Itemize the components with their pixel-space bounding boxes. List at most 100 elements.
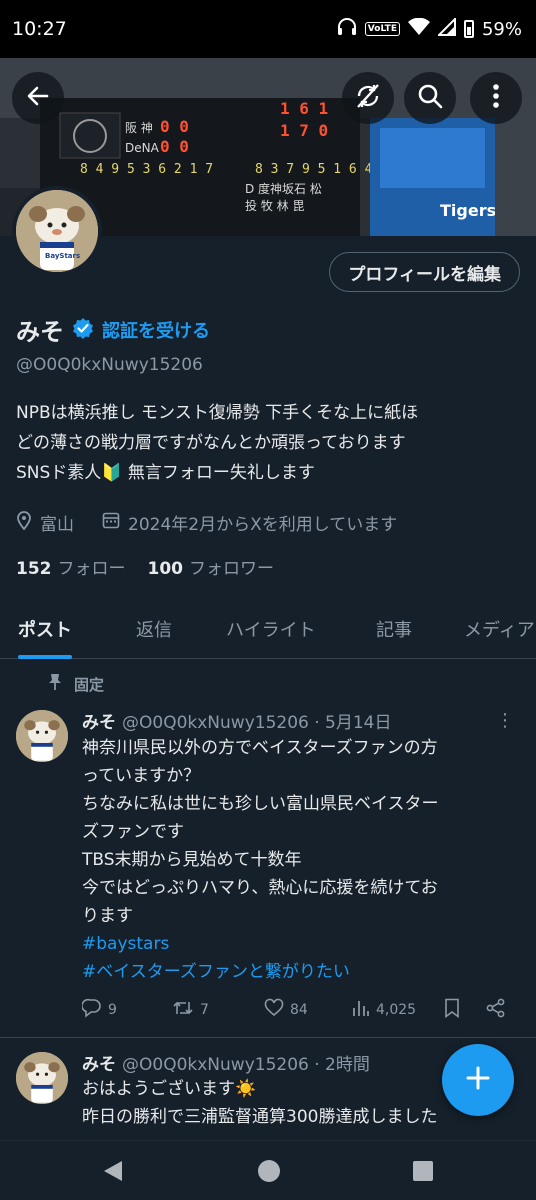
search-button[interactable] [404, 72, 456, 124]
location-icon [16, 510, 32, 535]
profile-name-row: みそ 認証を受ける [16, 312, 210, 347]
reply-icon [81, 998, 102, 1022]
like-button[interactable]: 84 [264, 998, 308, 1022]
tab-articles[interactable]: 記事 [376, 600, 412, 659]
more-button[interactable] [470, 72, 522, 124]
bio-line: どの薄さの戦力層ですがなんとか頑張っております [16, 433, 406, 453]
views-button[interactable]: 4,025 [352, 998, 416, 1022]
share-button[interactable] [486, 998, 506, 1022]
battery-icon [463, 20, 474, 38]
profile-joined: 2024年2月からXを利用しています [128, 515, 398, 535]
pin-icon [48, 673, 62, 695]
svg-text:Tigers: Tigers [440, 201, 496, 220]
status-bar: 10:27 VoLTE 59% [0, 0, 536, 58]
sync-off-icon [354, 82, 382, 114]
tab-highlights[interactable]: ハイライト [226, 600, 316, 659]
sync-button[interactable] [342, 72, 394, 124]
svg-text:投 牧 林 毘: 投 牧 林 毘 [245, 198, 304, 213]
tweet-divider [0, 1037, 536, 1038]
retweet-button[interactable]: 7 [172, 998, 209, 1022]
bio-line: SNSド素人🔰 無言フォロー失礼します [16, 463, 315, 483]
nav-recents-button[interactable] [412, 1160, 434, 1186]
tab-posts[interactable]: ポスト [18, 600, 72, 659]
svg-text:阪 神: 阪 神 [125, 121, 153, 135]
svg-text:0 0: 0 0 [160, 117, 189, 136]
tweet-line: 神奈川県民以外の方でベイスターズファンの方 [82, 738, 438, 758]
pinned-label: 固定 [74, 675, 105, 694]
svg-text:8 3 7 9 5 1 6 4 2: 8 3 7 9 5 1 6 4 2 [255, 162, 388, 177]
verified-badge-icon [72, 317, 94, 343]
tweet-author-name[interactable]: みそ [82, 713, 116, 733]
tweet-line: っていますか？ [82, 766, 201, 786]
signal-icon [436, 16, 456, 41]
profile-bio: NPBは横浜推し モンスト復帰勢 下手くそな上に紙ほ どの薄さの戦力層ですがなん… [16, 398, 526, 488]
profile-meta: 富山 2024年2月からXを利用しています [16, 510, 397, 535]
follow-counts: 152 フォロー 100 フォロワー [16, 554, 274, 579]
tweet-avatar[interactable] [16, 710, 68, 762]
tweet-avatar[interactable] [16, 1052, 68, 1104]
arrow-left-icon [25, 83, 51, 113]
svg-text:BayStars: BayStars [45, 252, 80, 260]
reply-count: 9 [108, 1002, 117, 1018]
wifi-icon [407, 17, 430, 41]
more-vertical-icon [492, 83, 500, 113]
following-count: 152 [16, 559, 52, 579]
following-label: フォロー [57, 559, 126, 579]
tweet-header: みそ @O0Q0kxNuwy15206 · 2時間 [82, 1050, 370, 1075]
tweet-author-name[interactable]: みそ [82, 1055, 116, 1075]
retweet-count: 7 [200, 1002, 209, 1018]
bookmark-icon [444, 998, 460, 1022]
like-count: 84 [290, 1002, 308, 1018]
headphones-icon [337, 17, 357, 41]
tweet-line: ズファンです [82, 822, 184, 842]
tweet-more-icon[interactable]: ⋮ [496, 710, 514, 731]
back-button[interactable] [12, 72, 64, 124]
compose-button[interactable] [442, 1044, 514, 1116]
share-icon [486, 998, 506, 1022]
search-icon [417, 83, 443, 113]
volte-badge: VoLTE [364, 22, 400, 36]
profile-avatar[interactable]: BayStars [12, 186, 102, 276]
svg-text:1 6 1: 1 6 1 [280, 99, 328, 118]
followers-count: 100 [147, 559, 184, 579]
tweet-line: ちなみに私は世にも珍しい富山県民ベイスター [82, 794, 439, 814]
svg-text:0 0: 0 0 [160, 137, 189, 156]
hashtag-link[interactable]: #baystars [82, 930, 522, 958]
plus-icon [465, 1065, 491, 1095]
reply-button[interactable]: 9 [81, 998, 117, 1022]
tab-replies[interactable]: 返信 [136, 600, 172, 659]
tweet-line: 今ではどっぷりハマり、熱心に応援を続けてお [82, 878, 438, 898]
svg-text:1 7 0: 1 7 0 [280, 121, 328, 140]
profile-tabs: ポスト 返信 ハイライト 記事 メディア [0, 600, 536, 659]
svg-text:DeNA: DeNA [125, 141, 160, 155]
tweet-header: みそ @O0Q0kxNuwy15206 · 5月14日 [82, 708, 392, 733]
followers-link[interactable]: 100 フォロワー [148, 554, 275, 579]
edit-profile-button[interactable]: プロフィールを編集 [329, 252, 520, 292]
heart-icon [264, 998, 284, 1022]
get-verified-link[interactable]: 認証を受ける [102, 317, 210, 343]
tweet-meta: @O0Q0kxNuwy15206 · 5月14日 [122, 713, 392, 733]
system-nav-bar [0, 1140, 536, 1200]
calendar-icon [102, 511, 120, 534]
status-time: 10:27 [12, 18, 67, 40]
tweet-meta: @O0Q0kxNuwy15206 · 2時間 [122, 1055, 370, 1075]
bio-line: NPBは横浜推し モンスト復帰勢 下手くそな上に紙ほ [16, 403, 419, 423]
followers-label: フォロワー [189, 559, 274, 579]
svg-text:8 4 9 5 3 6 2 1 7: 8 4 9 5 3 6 2 1 7 [80, 162, 213, 177]
tweet-line: ります [82, 906, 133, 926]
bookmark-button[interactable] [444, 998, 460, 1022]
profile-handle: @O0Q0kxNuwy15206 [16, 355, 203, 375]
profile-name: みそ [16, 318, 64, 346]
views-chart-icon [352, 998, 370, 1022]
tweet-actions: 9 7 84 4,025 [81, 998, 512, 1028]
profile-location: 富山 [40, 515, 74, 535]
pinned-indicator: 固定 [48, 673, 104, 695]
tab-media[interactable]: メディア [464, 600, 536, 659]
svg-text:D 度神坂石 松: D 度神坂石 松 [245, 181, 322, 196]
nav-back-button[interactable] [102, 1159, 124, 1187]
hashtag-link[interactable]: #ベイスターズファンと繋がりたい [82, 958, 522, 986]
retweet-icon [172, 998, 194, 1022]
battery-percent: 59% [481, 18, 522, 40]
following-link[interactable]: 152 フォロー [16, 554, 126, 579]
nav-home-button[interactable] [257, 1159, 281, 1187]
